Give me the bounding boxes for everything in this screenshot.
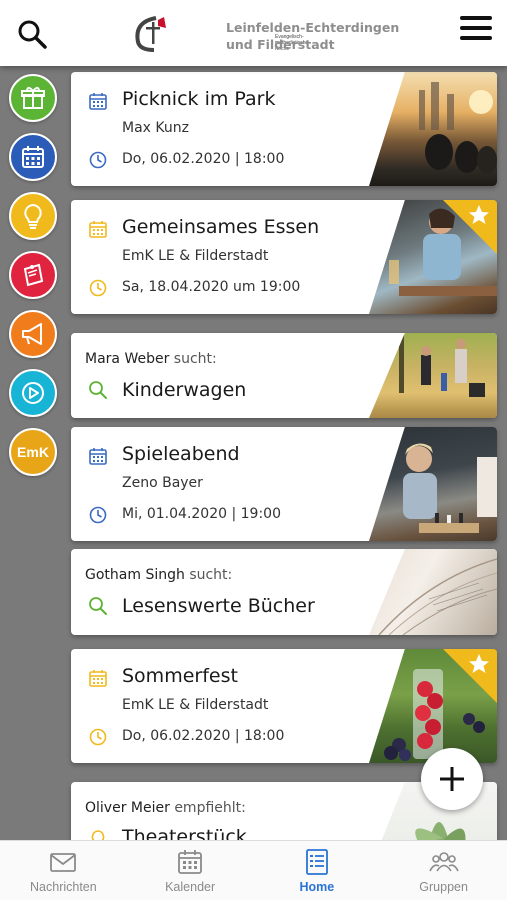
event-title: Picknick im Park [122,88,276,110]
event-title: Spieleabend [122,443,240,465]
plus-icon [440,767,464,791]
hamburger-icon [460,16,492,20]
event-date: Sa, 18.04.2020 um 19:00 [122,279,301,295]
clock-icon [89,151,107,169]
nav-calendar[interactable]: Kalender [127,841,254,900]
search-button[interactable] [16,18,48,50]
calendar-icon [89,448,107,465]
event-organizer: EmK LE & Filderstadt [122,697,269,713]
nav-calendar-label: Kalender [165,880,216,894]
org-line1: Leinfelden-Echterdingen [226,20,400,35]
nav-home-label: Home [299,880,335,894]
event-title: Sommerfest [122,665,238,687]
category-ideas-button[interactable] [9,192,57,240]
megaphone-icon [22,323,42,345]
search-photo-book [369,549,497,635]
search-title: Kinderwagen [122,379,247,401]
recommend-verb: empfiehlt: [174,800,246,816]
search-author: Gotham Singh sucht: [85,567,232,583]
search-card-kinderwagen[interactable]: Mara Weber sucht: Kinderwagen [71,333,497,418]
group-icon [428,852,459,872]
event-date: Mi, 01.04.2020 | 19:00 [122,506,281,522]
category-media-button[interactable] [9,369,57,417]
event-date: Do, 06.02.2020 | 18:00 [122,151,285,167]
event-card-picknick[interactable]: Picknick im Park Max Kunz Do, 06.02.2020… [71,72,497,186]
author-name: Gotham Singh [85,567,185,583]
chess-players-shape [403,443,497,533]
event-card-sommerfest[interactable]: Sommerfest EmK LE & Filderstadt Do, 06.0… [71,649,497,763]
magnifier-icon [89,381,107,399]
author-name: Oliver Meier [85,800,170,816]
category-announce-button[interactable] [9,310,57,358]
clock-icon [89,506,107,524]
event-organizer: EmK LE & Filderstadt [122,248,269,264]
search-verb: sucht: [173,351,217,367]
silhouette-shape [419,82,497,174]
event-photo-chess [369,427,497,541]
envelope-icon [50,853,77,872]
clock-icon [89,279,107,297]
org-line2: und Filderstadt [226,37,335,52]
add-button[interactable] [421,748,483,810]
note-icon [23,263,44,287]
org-name: Leinfelden-Echterdingen und Filderstadt [226,19,399,53]
favorite-star-badge[interactable] [443,200,497,254]
nav-messages-label: Nachrichten [30,880,97,894]
nav-messages[interactable]: Nachrichten [0,841,127,900]
app-header: Evangelisch- methodistische Kirche Leinf… [0,0,507,66]
list-icon [305,849,328,875]
event-organizer: Max Kunz [122,120,189,136]
event-date: Do, 06.02.2020 | 18:00 [122,728,285,744]
clock-icon [89,728,107,746]
event-card-essen[interactable]: Gemeinsames Essen EmK LE & Filderstadt S… [71,200,497,314]
search-title: Lesenswerte Bücher [122,595,315,617]
category-pinboard-button[interactable] [9,251,57,299]
event-title: Gemeinsames Essen [122,216,320,238]
play-icon [22,382,44,404]
emk-label: EmK [17,444,49,460]
calendar-icon [89,93,107,110]
menu-button[interactable] [460,16,492,44]
calendar-icon [22,146,44,168]
event-organizer: Zeno Bayer [122,475,203,491]
search-verb: sucht: [189,567,233,583]
book-pages-shape [378,558,497,635]
nav-groups[interactable]: Gruppen [380,841,507,900]
calendar-icon [89,221,107,238]
event-card-spieleabend[interactable]: Spieleabend Zeno Bayer Mi, 01.04.2020 | … [71,427,497,541]
event-photo-picnic [369,72,497,186]
family-shape [399,333,485,397]
author-name: Mara Weber [85,351,170,367]
favorite-star-badge[interactable] [443,649,497,703]
category-gift-button[interactable] [9,74,57,122]
search-author: Mara Weber sucht: [85,351,217,367]
recommend-author: Oliver Meier empfiehlt: [85,800,246,816]
category-emk-button[interactable]: EmK [9,428,57,476]
magnifier-icon [89,597,107,615]
search-photo-park [369,333,497,418]
calendar-icon [89,670,107,687]
nav-home[interactable]: Home [254,841,381,900]
bottom-nav: Nachrichten Kalender Home Gruppen [0,840,507,900]
category-calendar-button[interactable] [9,133,57,181]
calendar-icon [178,850,203,874]
search-card-buecher[interactable]: Gotham Singh sucht: Lesenswerte Bücher [71,549,497,635]
church-logo: Evangelisch- methodistische Kirche [130,14,308,54]
lightbulb-icon [24,203,42,229]
search-icon [18,20,47,49]
gift-icon [21,86,45,109]
nav-groups-label: Gruppen [419,880,468,894]
